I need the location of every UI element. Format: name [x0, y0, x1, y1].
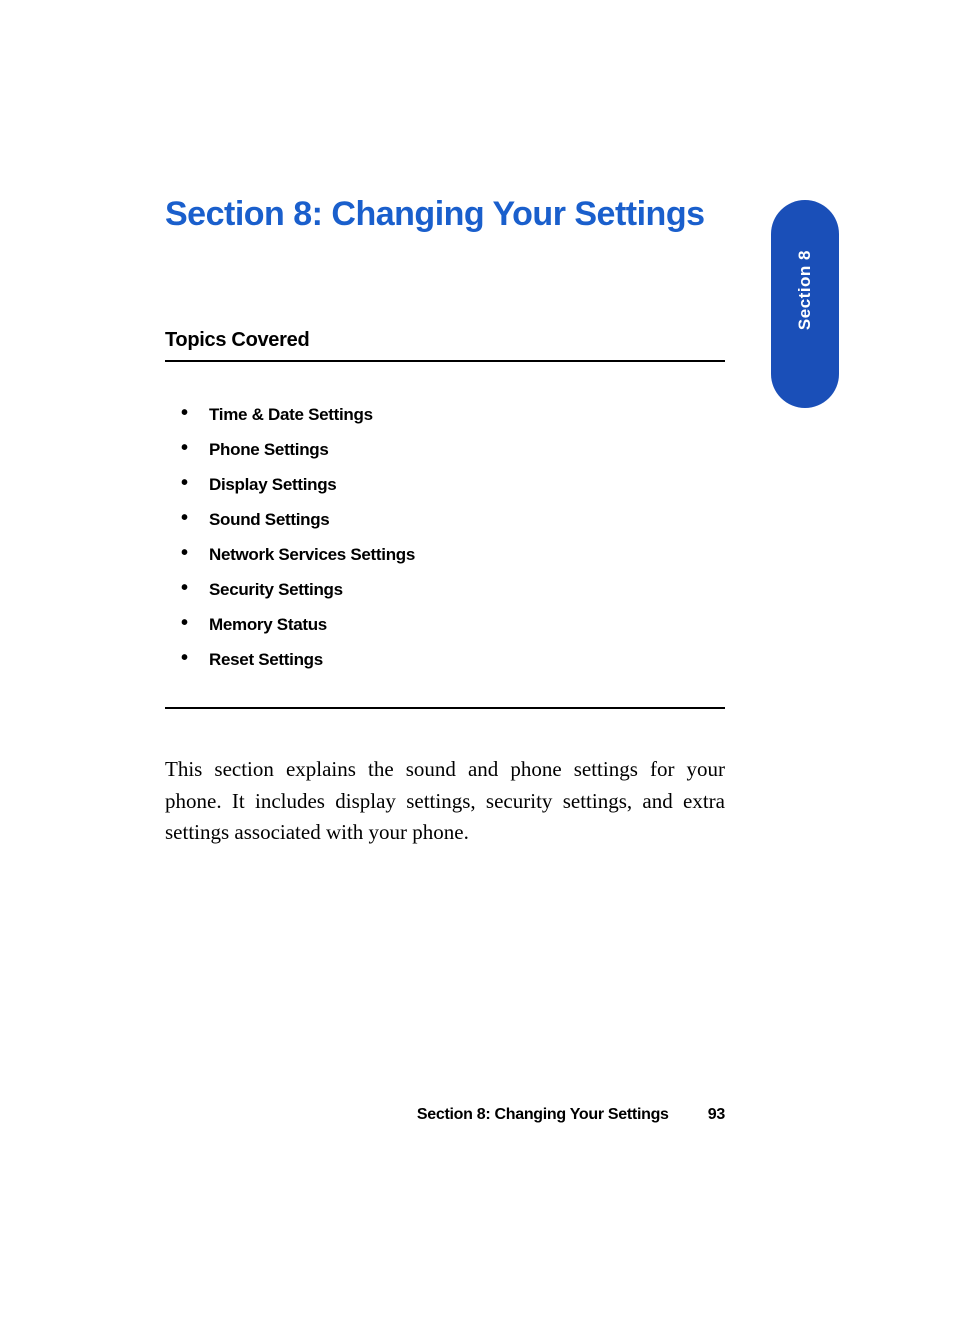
footer-page-number: 93	[708, 1106, 725, 1123]
list-item: Security Settings	[165, 572, 725, 607]
list-item: Memory Status	[165, 607, 725, 642]
list-item: Sound Settings	[165, 502, 725, 537]
list-item: Reset Settings	[165, 642, 725, 677]
section-tab: Section 8	[771, 200, 839, 408]
list-item: Display Settings	[165, 467, 725, 502]
topics-covered-heading: Topics Covered	[165, 329, 725, 362]
list-item: Phone Settings	[165, 432, 725, 467]
section-tab-label: Section 8	[795, 250, 815, 330]
section-title: Section 8: Changing Your Settings	[165, 195, 725, 234]
list-item: Time & Date Settings	[165, 397, 725, 432]
footer-section-label: Section 8: Changing Your Settings	[417, 1106, 669, 1123]
page-content: Section 8: Changing Your Settings Topics…	[165, 195, 725, 849]
topics-list: Time & Date Settings Phone Settings Disp…	[165, 397, 725, 677]
list-item: Network Services Settings	[165, 537, 725, 572]
divider	[165, 707, 725, 709]
body-paragraph: This section explains the sound and phon…	[165, 754, 725, 849]
page-footer: Section 8: Changing Your Settings 93	[165, 1106, 725, 1124]
